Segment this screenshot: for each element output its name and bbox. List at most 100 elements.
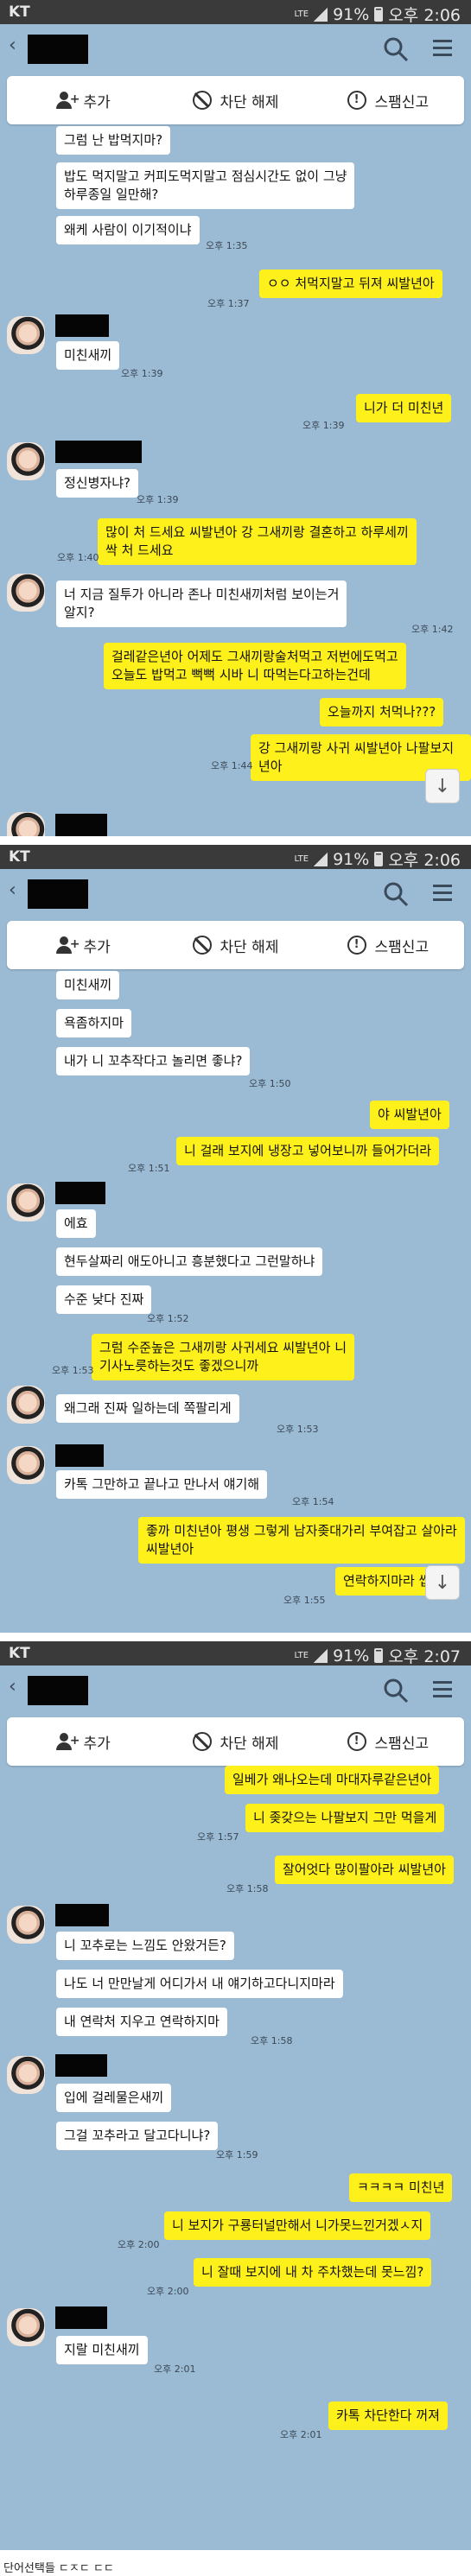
timestamp: 오후 1:57 xyxy=(197,1831,239,1843)
block-icon xyxy=(192,91,212,110)
clock: 오후 2:07 xyxy=(388,1647,461,1666)
unblock-button[interactable]: 차단 해제 xyxy=(159,76,311,124)
screenshot-1: KT LTE 91% 오후 2:06 ‹ + 추가 차단 해제 ! 스팸신고 그럼 … xyxy=(0,0,471,836)
arrow-down-icon: ↓ xyxy=(434,775,451,797)
message-bubble: 현두살짜리 애도아니고 흥분했다고 그런말하냐 xyxy=(56,1247,323,1276)
arrow-down-icon: ↓ xyxy=(434,1571,451,1594)
redacted-sender-name xyxy=(55,2306,107,2329)
search-icon[interactable] xyxy=(383,1678,409,1704)
carrier-label: KT xyxy=(9,3,30,21)
message-bubble: 니가 더 미친년 xyxy=(356,394,452,422)
redacted-sender-name xyxy=(55,314,109,337)
report-spam-button[interactable]: ! 스팸신고 xyxy=(312,1717,464,1766)
add-friend-button[interactable]: + 추가 xyxy=(7,1717,159,1766)
carrier-label: KT xyxy=(9,848,30,866)
message-bubble: 욕좀하지마 xyxy=(56,1009,132,1037)
message-bubble: 미친새끼 xyxy=(56,341,120,370)
timestamp: 오후 1:39 xyxy=(137,494,179,505)
clock: 오후 2:06 xyxy=(388,6,461,25)
message-bubble: 미친새끼 xyxy=(56,971,120,999)
timestamp: 오후 2:00 xyxy=(147,2286,189,2297)
timestamp: 오후 1:58 xyxy=(251,2035,293,2046)
avatar xyxy=(7,1446,45,1484)
add-friend-button[interactable]: + 추가 xyxy=(7,921,159,969)
status-bar: KT LTE 91% 오후 2:07 xyxy=(0,1641,471,1666)
message-bubble: 왜케 사람이 이기적이냐 xyxy=(56,216,200,244)
chat-header: ‹ xyxy=(0,869,471,919)
message-bubble: 많이 처 드세요 씨발년아 강 그새끼랑 결혼하고 하루세끼 싹 처 드세요 xyxy=(98,518,417,565)
avatar xyxy=(7,1183,45,1221)
message-bubble: 정신병자냐? xyxy=(56,469,138,498)
scroll-down-button[interactable]: ↓ xyxy=(425,769,460,803)
message-bubble: 잘어엇다 많이팔아라 씨발년아 xyxy=(275,1856,454,1884)
menu-icon[interactable] xyxy=(433,885,452,902)
timestamp: 오후 2:00 xyxy=(118,2239,160,2250)
action-bar: + 추가 차단 해제 ! 스팸신고 xyxy=(7,76,464,124)
report-spam-button[interactable]: ! 스팸신고 xyxy=(312,921,464,969)
avatar xyxy=(7,574,45,612)
battery-icon xyxy=(374,7,384,22)
screenshot-separator xyxy=(0,836,471,845)
avatar xyxy=(7,1906,45,1944)
signal-icon xyxy=(314,7,328,22)
message-bubble: 카톡 그만하고 끝나고 만나서 얘기해 xyxy=(56,1470,268,1499)
signal-icon xyxy=(314,1648,328,1663)
status-bar: KT LTE 91% 오후 2:06 xyxy=(0,0,471,25)
message-bubble: 수준 낮다 진짜 xyxy=(56,1285,152,1314)
message-bubble: 내가 니 꼬추작다고 놀리면 좋냐? xyxy=(56,1047,251,1075)
caption: 단어선택들 ㄷㅈㄷ ㄷㄷ xyxy=(3,2562,114,2575)
message-bubble: 오늘까지 처먹나??? xyxy=(320,698,444,726)
message-bubble: 그럼 난 밥먹지마? xyxy=(56,126,171,155)
unblock-button[interactable]: 차단 해제 xyxy=(159,1717,311,1766)
message-bubble: ㅇㅇ 처먹지말고 뒤져 씨발년아 xyxy=(259,270,442,298)
redacted-sender-name xyxy=(55,1182,105,1204)
avatar xyxy=(7,316,45,354)
battery-icon xyxy=(374,1648,384,1663)
timestamp: 오후 1:44 xyxy=(211,760,253,771)
back-icon[interactable]: ‹ xyxy=(9,879,16,901)
timestamp: 오후 1:58 xyxy=(226,1883,269,1894)
battery-label: 91% xyxy=(333,4,370,24)
redacted-sender-name xyxy=(55,1904,109,1926)
search-icon[interactable] xyxy=(383,881,409,907)
message-bubble: 걸레같은년아 어제도 그새끼랑술처먹고 저번에도먹고 오늘도 밥먹고 뻑뻑 시바… xyxy=(104,643,406,689)
message-bubble: 나도 너 만만날게 어디가서 내 얘기하고다니지마라 xyxy=(56,1970,343,1998)
timestamp: 오후 1:37 xyxy=(207,298,250,309)
block-icon xyxy=(192,936,212,955)
back-icon[interactable]: ‹ xyxy=(9,35,16,56)
battery-icon xyxy=(374,852,384,866)
unblock-button[interactable]: 차단 해제 xyxy=(159,921,311,969)
timestamp: 오후 1:35 xyxy=(206,240,248,251)
timestamp: 오후 1:51 xyxy=(128,1163,170,1174)
timestamp: 오후 1:55 xyxy=(283,1595,326,1606)
action-bar: + 추가 차단 해제 ! 스팸신고 xyxy=(7,921,464,969)
add-friend-button[interactable]: + 추가 xyxy=(7,76,159,124)
message-bubble: ㅋㅋㅋㅋ 미친년 xyxy=(349,2173,453,2202)
timestamp: 오후 1:59 xyxy=(216,2149,258,2160)
redacted-contact-name xyxy=(28,1676,88,1705)
message-bubble: 지랄 미친새끼 xyxy=(56,2336,148,2364)
menu-icon[interactable] xyxy=(433,1681,452,1698)
warning-icon: ! xyxy=(347,936,366,955)
signal-icon xyxy=(314,852,328,866)
timestamp: 오후 1:53 xyxy=(277,1424,319,1435)
back-icon[interactable]: ‹ xyxy=(9,1676,16,1697)
action-bar: + 추가 차단 해제 ! 스팸신고 xyxy=(7,1717,464,1766)
message-bubble: 니 좆갖으는 나팔보지 그만 먹을게 xyxy=(245,1804,445,1832)
search-icon[interactable] xyxy=(383,36,409,62)
timestamp: 오후 1:50 xyxy=(249,1078,291,1089)
message-bubble: 그럼 수준높은 그새끼랑 사귀세요 씨발년아 니 기사노릇하는것도 좋겠으니까 xyxy=(92,1334,355,1380)
timestamp: 오후 1:42 xyxy=(411,624,454,635)
battery-label: 91% xyxy=(333,849,370,869)
message-bubble: 니 보지가 구룡터널만해서 니가못느낀거겠ㅅ지 xyxy=(164,2211,431,2240)
warning-icon: ! xyxy=(347,1732,366,1751)
message-bubble: 연락하지마라 씹 xyxy=(335,1567,439,1596)
chat-header: ‹ xyxy=(0,24,471,74)
report-spam-button[interactable]: ! 스팸신고 xyxy=(312,76,464,124)
message-bubble: 왜그래 진짜 일하는데 쪽팔리게 xyxy=(56,1394,239,1423)
avatar xyxy=(7,2308,45,2346)
add-person-icon: + xyxy=(55,936,80,955)
message-bubble: 일베가 왜나오는데 마대자루같은년아 xyxy=(225,1766,440,1794)
menu-icon[interactable] xyxy=(433,40,452,57)
scroll-down-button[interactable]: ↓ xyxy=(425,1565,460,1600)
